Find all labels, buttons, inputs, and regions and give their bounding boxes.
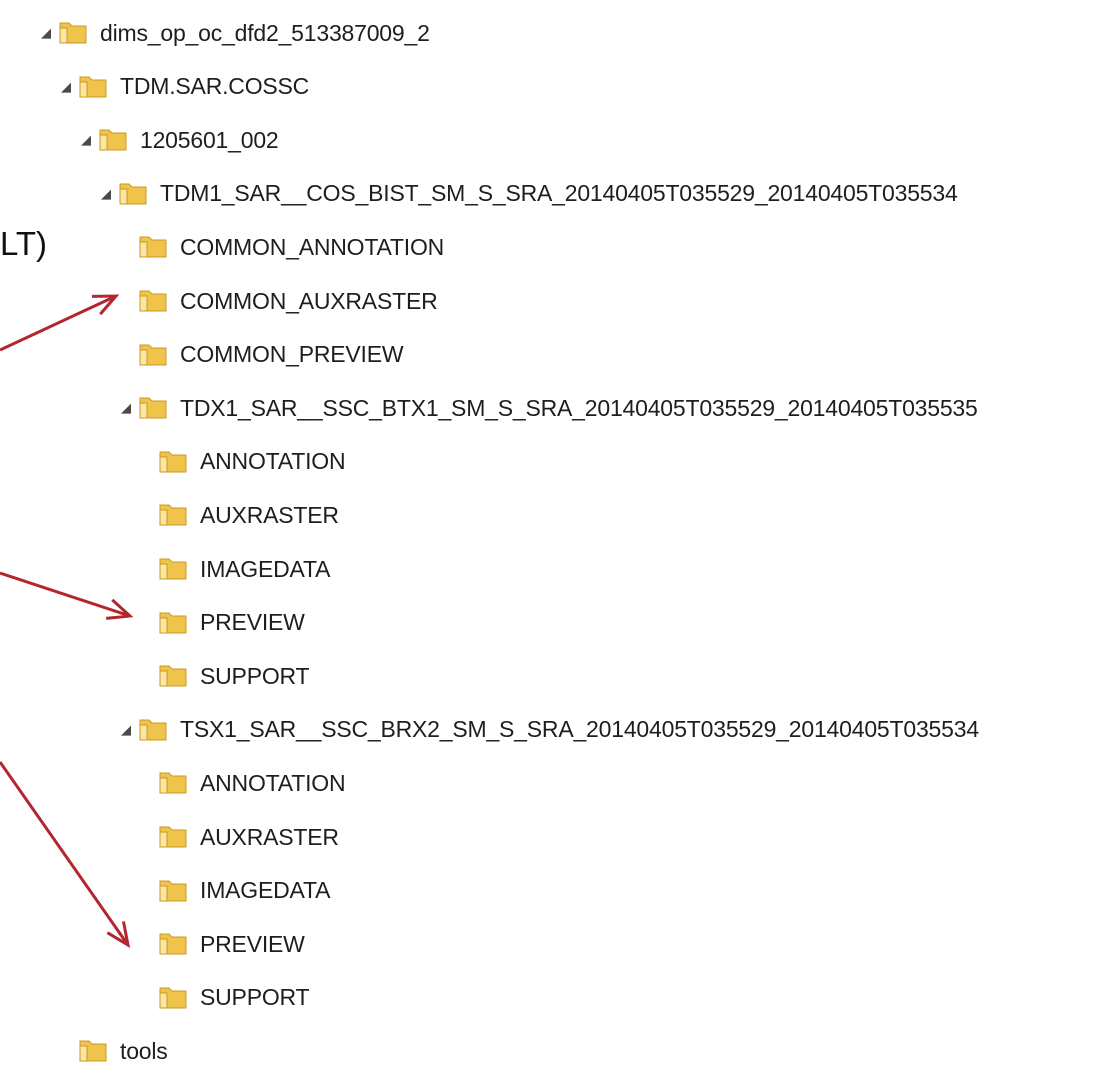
tree-item-label: COMMON_PREVIEW — [180, 341, 404, 368]
tree-item-label: TSX1_SAR__SSC_BRX2_SM_S_SRA_20140405T035… — [180, 716, 979, 743]
tree-item[interactable]: ◢ TDM1_SAR__COS_BIST_SM_S_SRA_20140405T03… — [96, 174, 958, 214]
folder-icon — [156, 549, 190, 589]
folder-icon — [136, 388, 170, 428]
tree-item-label: PREVIEW — [200, 609, 305, 636]
folder-icon — [156, 442, 190, 482]
tree-item[interactable]: ◢IMAGEDATA — [136, 871, 330, 911]
folder-icon — [156, 603, 190, 643]
tree-item-label: PREVIEW — [200, 930, 305, 957]
folder-icon — [156, 817, 190, 857]
tree-item-label: COMMON_AUXRASTER — [180, 287, 438, 314]
tree-item[interactable]: ◢SUPPORT — [136, 656, 310, 696]
tree-item-label: TDX1_SAR__SSC_BTX1_SM_S_SRA_20140405T035… — [180, 394, 978, 421]
tree-item[interactable]: ◢ANNOTATION — [136, 763, 346, 803]
tree-item-label: tools — [120, 1037, 168, 1064]
collapse-triangle-icon[interactable]: ◢ — [96, 174, 116, 214]
collapse-triangle-icon[interactable]: ◢ — [116, 388, 136, 428]
tree-item-label: 1205601_002 — [140, 126, 279, 153]
tree-item[interactable]: ◢ dims_op_oc_dfd2_513387009_2 — [36, 13, 430, 53]
folder-icon — [156, 656, 190, 696]
tree-item-label: AUXRASTER — [200, 823, 339, 850]
folder-icon — [156, 924, 190, 964]
tree-item[interactable]: ◢SUPPORT — [136, 978, 310, 1018]
tree-item-label: TDM.SAR.COSSC — [120, 73, 310, 100]
folder-icon — [116, 174, 150, 214]
collapse-triangle-icon[interactable]: ◢ — [36, 13, 56, 53]
collapse-triangle-icon[interactable]: ◢ — [56, 67, 76, 107]
tree-item[interactable]: ◢PREVIEW — [136, 924, 305, 964]
tree-item[interactable]: ◢ TDM.SAR.COSSC — [56, 67, 309, 107]
tree-item[interactable]: ◢PREVIEW — [136, 603, 305, 643]
folder-icon — [136, 281, 170, 321]
folder-icon — [136, 710, 170, 750]
folder-icon — [76, 1031, 110, 1071]
tree-item[interactable]: ◢ 1205601_002 — [76, 120, 279, 160]
tree-item[interactable]: ◢ANNOTATION — [136, 442, 346, 482]
folder-icon — [136, 227, 170, 267]
tree-item-label: ANNOTATION — [200, 769, 346, 796]
tree-item[interactable]: ◢ TSX1_SAR__SSC_BRX2_SM_S_SRA_20140405T03… — [116, 710, 979, 750]
folder-icon — [156, 871, 190, 911]
folder-icon — [96, 120, 130, 160]
tree-item-label: SUPPORT — [200, 984, 310, 1011]
folder-icon — [156, 978, 190, 1018]
tree-item-label: TDM1_SAR__COS_BIST_SM_S_SRA_20140405T035… — [160, 180, 958, 207]
folder-icon — [56, 13, 90, 53]
tree-item[interactable]: ◢tools — [56, 1031, 168, 1071]
folder-icon — [76, 67, 110, 107]
tree-item[interactable]: ◢AUXRASTER — [136, 817, 339, 857]
tree-item[interactable]: ◢IMAGEDATA — [136, 549, 330, 589]
collapse-triangle-icon[interactable]: ◢ — [76, 120, 96, 160]
tree-item[interactable]: ◢COMMON_ANNOTATION — [116, 227, 444, 267]
folder-icon — [156, 495, 190, 535]
collapse-triangle-icon[interactable]: ◢ — [116, 710, 136, 750]
tree-item-label: ANNOTATION — [200, 448, 346, 475]
tree-item[interactable]: ◢AUXRASTER — [136, 495, 339, 535]
folder-icon — [156, 763, 190, 803]
tree-item-label: AUXRASTER — [200, 501, 339, 528]
folder-icon — [136, 335, 170, 375]
tree-item-label: dims_op_oc_dfd2_513387009_2 — [100, 19, 430, 46]
folder-tree: ◢ dims_op_oc_dfd2_513387009_2 ◢ TDM.SAR.COS… — [0, 0, 1119, 1070]
tree-item[interactable]: ◢COMMON_PREVIEW — [116, 335, 404, 375]
tree-item-label: IMAGEDATA — [200, 877, 331, 904]
tree-item-label: SUPPORT — [200, 662, 310, 689]
tree-item-label: COMMON_ANNOTATION — [180, 233, 445, 260]
tree-item[interactable]: ◢ TDX1_SAR__SSC_BTX1_SM_S_SRA_20140405T03… — [116, 388, 978, 428]
tree-item-label: IMAGEDATA — [200, 555, 331, 582]
tree-item[interactable]: ◢COMMON_AUXRASTER — [116, 281, 438, 321]
